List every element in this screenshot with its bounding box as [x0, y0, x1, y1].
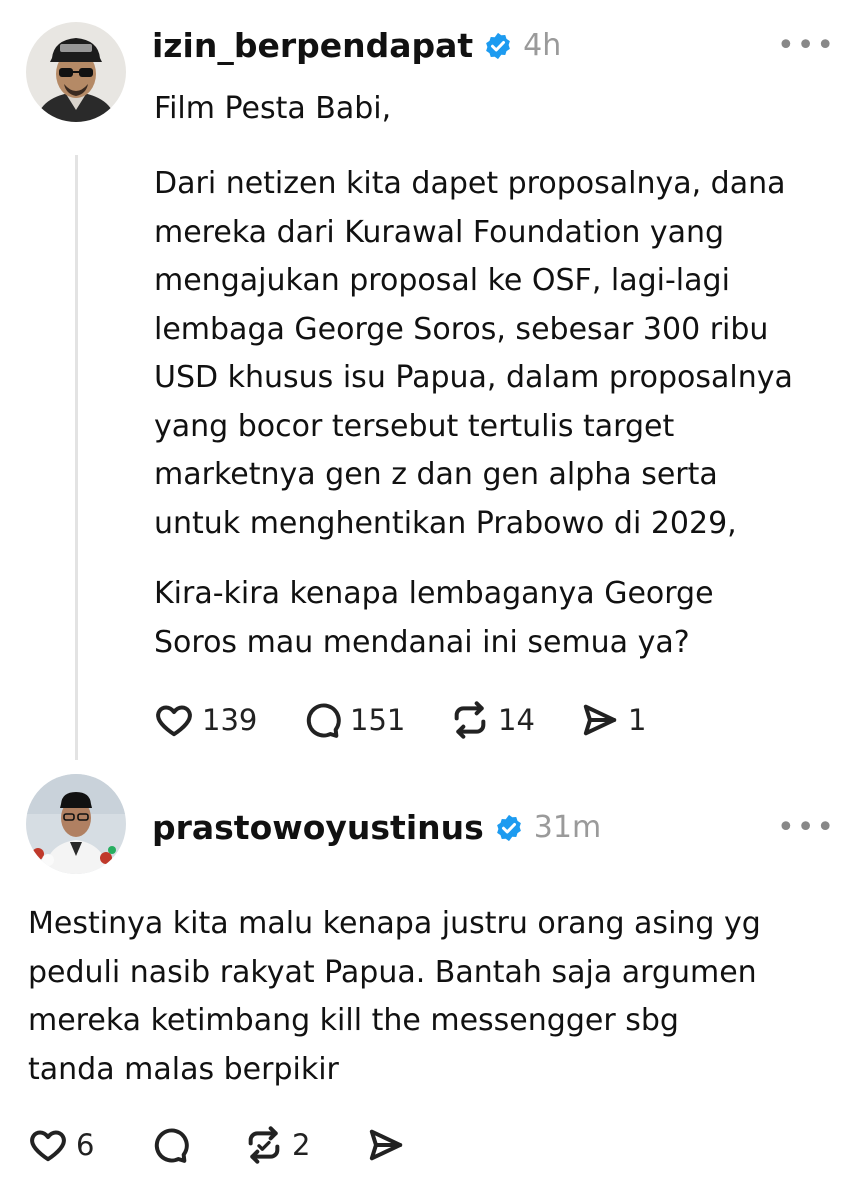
- post-time: 4h: [523, 28, 562, 63]
- post-header: izin_berpendapat 4h: [152, 26, 561, 65]
- username[interactable]: izin_berpendapat: [152, 26, 473, 65]
- heart-icon: [30, 1130, 66, 1162]
- repost-button[interactable]: 2: [244, 1125, 310, 1165]
- more-icon[interactable]: •••: [777, 28, 836, 63]
- share-button[interactable]: 1: [580, 700, 646, 740]
- more-icon[interactable]: •••: [777, 810, 836, 845]
- verified-badge-icon: [496, 814, 521, 841]
- reply-header: prastowoyustinus 31m: [152, 808, 601, 847]
- repost-button[interactable]: 14: [450, 700, 535, 740]
- avatar-image: [26, 22, 126, 122]
- post-paragraph-2: Dari netizen kita dapet proposalnya, dan…: [154, 166, 793, 541]
- repost-count: 2: [292, 1128, 311, 1162]
- like-button[interactable]: 6: [28, 1125, 94, 1165]
- reply-time: 31m: [533, 810, 602, 845]
- share-icon: [583, 704, 617, 736]
- heart-icon: [156, 705, 192, 737]
- share-count: 1: [628, 703, 647, 737]
- avatar-image: [26, 774, 126, 874]
- verified-badge-icon: [486, 32, 511, 59]
- repost-icon: [454, 701, 486, 739]
- like-button[interactable]: 139: [154, 700, 257, 740]
- share-icon: [369, 1129, 403, 1161]
- comment-icon: [154, 1128, 189, 1163]
- comment-button[interactable]: [150, 1125, 190, 1165]
- like-count: 139: [202, 703, 258, 737]
- reply-text: Mestinya kita malu kenapa justru orang a…: [28, 906, 761, 1087]
- avatar-izin-berpendapat[interactable]: [26, 22, 126, 122]
- username[interactable]: prastowoyustinus: [152, 808, 484, 847]
- like-count: 6: [76, 1128, 95, 1162]
- avatar-prastowoyustinus[interactable]: [26, 774, 126, 874]
- repost-count: 14: [498, 703, 535, 737]
- comment-icon: [306, 703, 341, 738]
- share-button[interactable]: [366, 1125, 406, 1165]
- thread-line: [75, 155, 78, 760]
- comment-count: 151: [350, 703, 406, 737]
- repost-icon: [248, 1126, 280, 1164]
- post-paragraph-3: Kira-kira kenapa lembaganya George Soros…: [154, 576, 714, 660]
- comment-button[interactable]: 151: [302, 700, 405, 740]
- post-paragraph-1: Film Pesta Babi,: [154, 91, 392, 126]
